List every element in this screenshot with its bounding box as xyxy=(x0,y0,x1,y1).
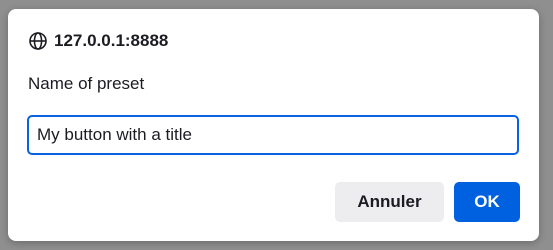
cancel-button[interactable]: Annuler xyxy=(335,182,444,222)
dialog-origin: 127.0.0.1:8888 xyxy=(28,30,168,52)
origin-text: 127.0.0.1:8888 xyxy=(54,31,169,50)
preset-name-input[interactable] xyxy=(27,115,519,155)
globe-icon xyxy=(28,31,48,51)
prompt-dialog: 127.0.0.1:8888 Name of preset Annuler OK xyxy=(8,9,539,241)
dialog-message: Name of preset xyxy=(28,74,145,93)
ok-button[interactable]: OK xyxy=(454,182,520,222)
